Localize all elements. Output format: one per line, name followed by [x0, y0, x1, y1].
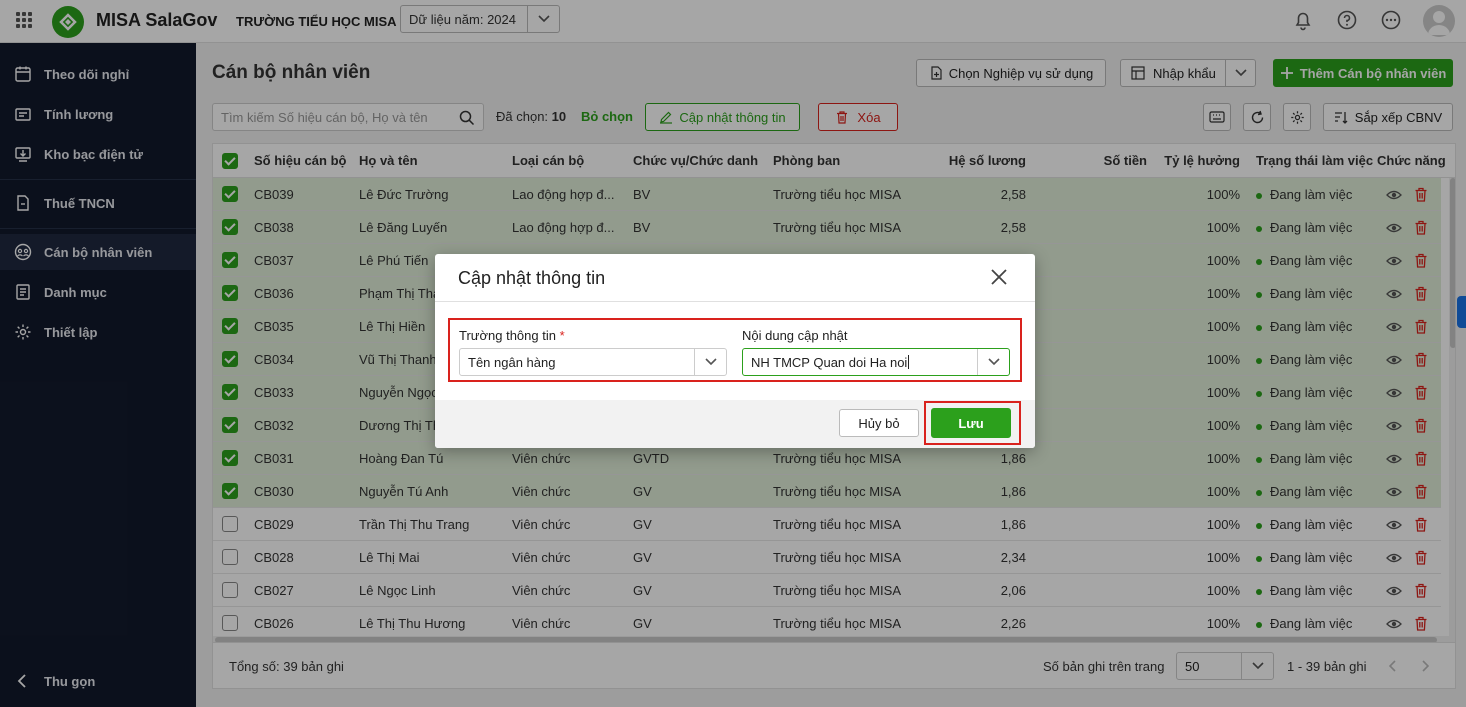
content-input[interactable]: NH TMCP Quan doi Ha noi [742, 348, 1010, 376]
content-label: Nội dung cập nhật [742, 328, 848, 343]
field-value: Tên ngân hàng [468, 354, 556, 370]
chevron-down-icon[interactable] [694, 349, 726, 375]
cancel-button[interactable]: Hủy bỏ [839, 409, 919, 437]
save-label: Lưu [958, 415, 984, 431]
field-select[interactable]: Tên ngân hàng [459, 348, 727, 376]
close-icon[interactable] [990, 268, 1008, 286]
text-caret [908, 355, 910, 369]
dialog-body: Trường thông tin * Tên ngân hàng Nội dun… [435, 302, 1035, 400]
save-button[interactable]: Lưu [931, 408, 1011, 438]
dialog-footer: Hủy bỏ Lưu [435, 400, 1035, 448]
field-label: Trường thông tin * [459, 328, 565, 343]
cancel-label: Hủy bỏ [858, 415, 900, 431]
content-value: NH TMCP Quan doi Ha noi [751, 354, 908, 370]
chevron-down-icon[interactable] [977, 349, 1009, 375]
dialog-title: Cập nhật thông tin [458, 268, 606, 288]
update-info-dialog: Cập nhật thông tin Trường thông tin * Tê… [435, 254, 1035, 448]
